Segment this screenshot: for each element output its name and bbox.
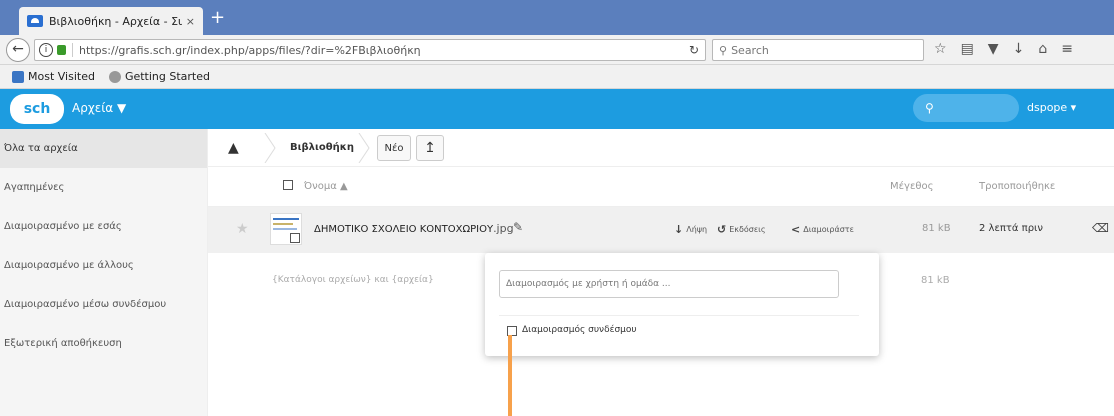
- bookmarks-list-icon[interactable]: ▤: [961, 41, 974, 57]
- download-icon: ↓: [674, 223, 684, 236]
- sidebar-item-shared-by-link[interactable]: Διαμοιρασμένο μέσω συνδέσμου: [0, 285, 207, 324]
- file-extension: .jpg: [493, 222, 514, 235]
- download-icon[interactable]: ↓: [1013, 41, 1025, 57]
- share-user-input[interactable]: Διαμοιρασμός με χρήστη ή ομάδα ...: [499, 270, 839, 298]
- share-label: Διαμοιράστε: [803, 225, 854, 234]
- annotation-arrow: [508, 335, 512, 416]
- column-name[interactable]: Όνομα ▲: [304, 181, 348, 192]
- column-modified[interactable]: Τροποποιήθηκε: [979, 181, 1055, 192]
- new-tab-button[interactable]: +: [210, 9, 225, 27]
- most-visited-icon: [12, 70, 24, 83]
- sidebar-item-favorites[interactable]: Αγαπημένες: [0, 168, 207, 207]
- breadcrumb: ▲ Βιβλιοθήκη Νέο ↥: [208, 129, 1114, 167]
- share-action[interactable]: < Διαμοιράστε: [791, 223, 854, 236]
- chevron-right-icon: [358, 133, 370, 163]
- download-action[interactable]: ↓ Λήψη: [674, 223, 707, 236]
- bookmarks-bar: Most Visited Getting Started: [0, 65, 1114, 89]
- user-menu[interactable]: dspope ▾: [1027, 101, 1076, 114]
- sidebar-item-all-files[interactable]: Όλα τα αρχεία: [0, 129, 207, 168]
- getting-started-icon: [108, 70, 121, 83]
- app-search-input[interactable]: ⚲: [913, 94, 1019, 122]
- versions-label: Εκδόσεις: [729, 225, 766, 234]
- trash-icon[interactable]: ⌫: [1092, 221, 1109, 235]
- browser-search-placeholder: Search: [731, 43, 769, 57]
- back-arrow-icon[interactable]: ←: [6, 38, 30, 62]
- bookmark-most-visited[interactable]: Most Visited: [12, 70, 95, 83]
- home-icon[interactable]: ▲: [228, 140, 239, 156]
- summary-text: {Κατάλογοι αρχείων} και {αρχεία}: [272, 275, 434, 285]
- bookmark-star-icon[interactable]: ☆: [934, 41, 947, 57]
- sidebar-item-shared-with-others[interactable]: Διαμοιρασμένο με άλλους: [0, 246, 207, 285]
- file-basename: ΔΗΜΟΤΙΚΟ ΣΧΟΛΕΙΟ ΚΟΝΤΟΧΩΡΙΟΥ: [314, 224, 494, 235]
- sidebar-item-shared-with-you[interactable]: Διαμοιρασμένο με εσάς: [0, 207, 207, 246]
- table-row[interactable]: ★ ΔΗΜΟΤΙΚΟ ΣΧΟΛΕΙΟ ΚΟΝΤΟΧΩΡΙΟΥ.jpg ✎ ↓ Λή…: [208, 207, 1114, 253]
- browser-navbar: ← i https://grafis.sch.gr/index.php/apps…: [0, 35, 1114, 65]
- new-button[interactable]: Νέο: [377, 135, 411, 161]
- upload-icon[interactable]: ↥: [416, 135, 444, 161]
- lock-icon: [57, 45, 66, 55]
- url-divider: [72, 43, 73, 57]
- favicon-icon: [27, 15, 43, 27]
- download-label: Λήψη: [686, 225, 708, 234]
- tab-title: Βιβλιοθήκη - Αρχεία - Συνεργ...: [49, 14, 182, 28]
- share-popup: Διαμοιρασμός με χρήστη ή ομάδα ... Διαμο…: [485, 253, 879, 356]
- file-modified: 2 λεπτά πριν: [979, 223, 1044, 234]
- select-all-checkbox[interactable]: [283, 180, 293, 190]
- bookmark-label: Most Visited: [28, 70, 95, 83]
- breadcrumb-current[interactable]: Βιβλιοθήκη: [290, 142, 354, 153]
- file-size: 81 kB: [922, 223, 951, 234]
- file-name[interactable]: ΔΗΜΟΤΙΚΟ ΣΧΟΛΕΙΟ ΚΟΝΤΟΧΩΡΙΟΥ.jpg: [314, 222, 514, 235]
- bookmark-label: Getting Started: [124, 70, 210, 83]
- browser-search-input[interactable]: ⚲ Search: [712, 39, 924, 61]
- app-header: sch Αρχεία ▼ ⚲ dspope ▾: [0, 89, 1114, 129]
- thumbnail-line: [273, 218, 299, 220]
- favorite-star-icon[interactable]: ★: [236, 221, 249, 237]
- url-bar[interactable]: i https://grafis.sch.gr/index.php/apps/f…: [34, 39, 706, 61]
- home-icon[interactable]: ⌂: [1038, 41, 1047, 57]
- info-icon[interactable]: i: [39, 43, 53, 57]
- pocket-icon[interactable]: ▼: [988, 41, 999, 57]
- reload-icon[interactable]: ↻: [689, 43, 699, 57]
- chevron-right-icon: [264, 133, 276, 163]
- file-checkbox[interactable]: [290, 233, 300, 243]
- main-content: ▲ Βιβλιοθήκη Νέο ↥ Όνομα ▲ Μέγεθος Τροπο…: [208, 129, 1114, 416]
- table-header: Όνομα ▲ Μέγεθος Τροποποιήθηκε: [208, 167, 1114, 207]
- browser-tab-strip: Βιβλιοθήκη - Αρχεία - Συνεργ... × +: [0, 0, 1114, 35]
- history-icon: ↺: [717, 223, 727, 236]
- share-divider: [499, 315, 859, 316]
- search-icon: ⚲: [925, 101, 934, 115]
- bookmark-getting-started[interactable]: Getting Started: [108, 70, 210, 83]
- tab-close-icon[interactable]: ×: [186, 15, 195, 28]
- file-thumbnail[interactable]: [270, 213, 302, 245]
- rename-pencil-icon[interactable]: ✎: [513, 220, 523, 234]
- browser-tab[interactable]: Βιβλιοθήκη - Αρχεία - Συνεργ... ×: [19, 7, 203, 35]
- column-size[interactable]: Μέγεθος: [890, 181, 933, 192]
- share-link-label: Διαμοιρασμός συνδέσμου: [522, 325, 637, 335]
- sch-logo[interactable]: sch: [10, 94, 64, 124]
- versions-action[interactable]: ↺ Εκδόσεις: [717, 223, 766, 236]
- summary-size: 81 kB: [921, 275, 950, 286]
- sidebar: Όλα τα αρχεία Αγαπημένες Διαμοιρασμένο μ…: [0, 129, 208, 416]
- thumbnail-line: [273, 228, 297, 230]
- app-menu-button[interactable]: Αρχεία ▼: [72, 101, 126, 115]
- share-icon: <: [791, 223, 801, 236]
- sidebar-item-external-storage[interactable]: Εξωτερική αποθήκευση: [0, 324, 207, 363]
- search-icon: ⚲: [719, 43, 728, 57]
- menu-icon[interactable]: ≡: [1061, 41, 1073, 57]
- thumbnail-line: [273, 223, 293, 225]
- url-text[interactable]: https://grafis.sch.gr/index.php/apps/fil…: [79, 44, 421, 57]
- browser-toolbar-icons: ☆ ▤ ▼ ↓ ⌂ ≡: [934, 41, 1073, 57]
